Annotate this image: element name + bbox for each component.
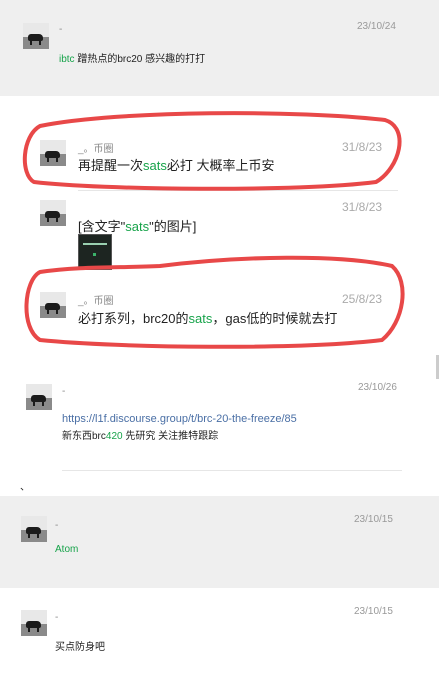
- message-date: 23/10/15: [354, 606, 393, 617]
- avatar[interactable]: [21, 516, 47, 542]
- annotation-circle-1: [22, 111, 402, 191]
- avatar[interactable]: [26, 384, 52, 410]
- sender-name: -: [59, 24, 63, 35]
- annotation-circles: [22, 111, 405, 349]
- quoted-messages: _。币圈 31/8/23 再提醒一次sats必打 大概率上币安 31/8/23 …: [0, 96, 439, 356]
- sender-name: -: [62, 386, 66, 397]
- message-text: ibtc 蹭热点的brc20 感兴趣的打打: [59, 54, 206, 65]
- message-date: 23/10/26: [358, 382, 397, 393]
- avatar[interactable]: [23, 23, 49, 49]
- message-card-3: - 23/10/15 Atom: [0, 496, 439, 588]
- message-text: Atom: [55, 544, 79, 555]
- sender-name: -: [55, 612, 59, 623]
- divider: [62, 470, 402, 471]
- stray-mark: 、: [20, 482, 30, 493]
- message-text: 新东西brc420 先研究 关注推特跟踪: [62, 431, 219, 442]
- avatar[interactable]: [21, 610, 47, 636]
- message-date: 23/10/24: [357, 21, 396, 32]
- message-card-2: - 23/10/26 https://l1f.discourse.group/t…: [0, 356, 439, 496]
- message-card-4: - 23/10/15 买点防身吧: [0, 588, 439, 683]
- sender-name: -: [55, 520, 59, 531]
- message-text: 买点防身吧: [55, 642, 105, 653]
- message-date: 23/10/15: [354, 514, 393, 525]
- annotation-circle-2: [24, 255, 405, 349]
- message-card-1: - 23/10/24 ibtc 蹭热点的brc20 感兴趣的打打: [0, 0, 439, 96]
- message-link[interactable]: https://l1f.discourse.group/t/brc-20-the…: [62, 413, 297, 425]
